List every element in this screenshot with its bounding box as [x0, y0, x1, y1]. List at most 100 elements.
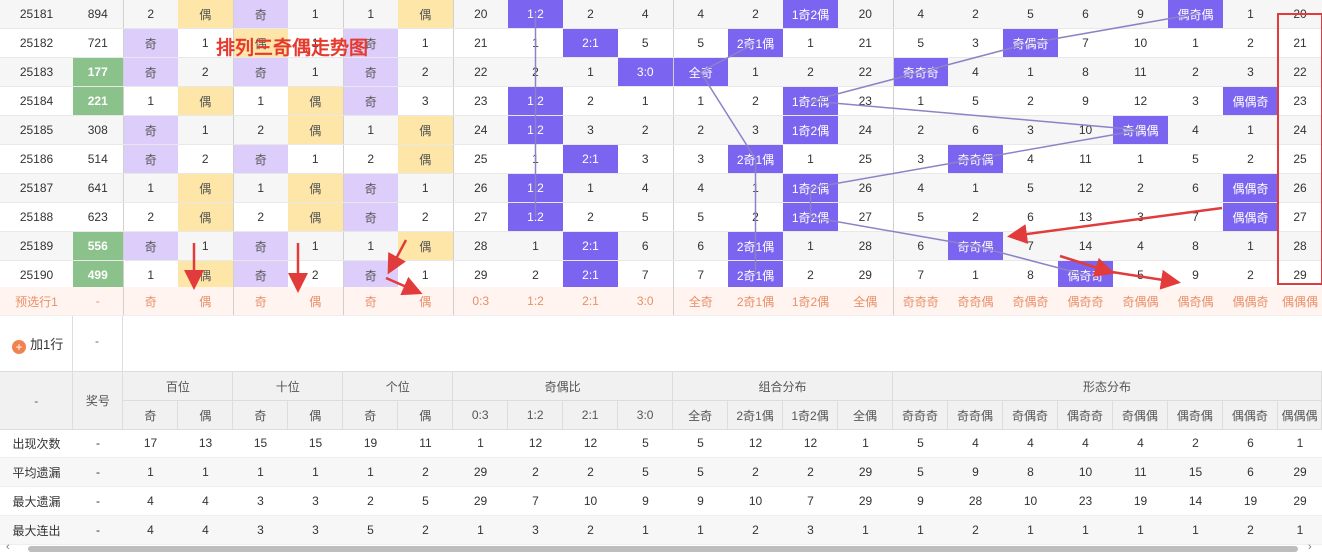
candidate-cell[interactable]: 奇偶奇	[1003, 287, 1058, 316]
table-row[interactable]: 25184 221 1 偶 1 偶奇 3 23 1:2 2 1 1 2 1奇2偶 23 1 5 2 9 12 3 偶偶奇 2…	[0, 86, 1322, 116]
combo-cell: 21	[838, 28, 893, 58]
header-sub: 3:0	[617, 400, 674, 430]
column-header-table: - 奖号 百位 十位 个位 奇偶比 组合分布 形态分布 奇偶奇偶奇偶 0:3 1:2 2:1 3:0 全…	[0, 372, 1322, 430]
candidate-cell[interactable]: 全偶	[838, 287, 893, 316]
ratio-cell: 27	[452, 202, 508, 232]
add-row-dash: -	[95, 334, 99, 348]
form-cell: 3	[948, 28, 1003, 58]
table-row[interactable]: 25188 623 2 偶 2 偶奇 2 27 1:2 2 5 5 2 1奇2偶 27 5 2 6 13 3 7 偶偶奇 2…	[0, 202, 1322, 232]
stats-dash: -	[73, 486, 123, 516]
period-cell: 25187	[0, 173, 73, 203]
scroll-left-icon[interactable]: ‹	[6, 541, 10, 553]
form-cell: 6	[948, 115, 1003, 145]
table-row[interactable]: 25189 556 奇 1 奇 1 1 偶 28 1 2:1 6 6 2奇1偶 1 28 6 奇奇偶 7 14 4 8 1 2…	[0, 231, 1322, 261]
table-row[interactable]: 25187 641 1 偶 1 偶奇 1 26 1:2 1 4 4 1 1奇2偶 26 4 1 5 12 2 6 偶偶奇 2…	[0, 173, 1322, 203]
candidate-cell[interactable]: 全奇	[672, 287, 728, 316]
combo-cell: 1奇2偶	[783, 115, 838, 145]
stats-value: 2	[1223, 515, 1278, 545]
digit-cell: 奇	[232, 0, 288, 29]
combo-cell: 22	[838, 57, 893, 87]
stats-value: 1	[233, 457, 288, 487]
candidate-cell[interactable]: 偶	[178, 287, 233, 316]
table-row[interactable]: 25182 721 奇 1 偶 1 奇 1 21 1 2:1 5 5 2奇1偶 1 21 5 3 奇偶奇 7 10 1 2 2…	[0, 28, 1322, 58]
stats-value: 2	[398, 515, 453, 545]
form-cell: 8	[1003, 260, 1058, 290]
form-cell: 奇偶奇	[1003, 28, 1058, 58]
table-row[interactable]: 25183 177 奇 2 奇 1 奇 2 22 2 1 3:0 全奇 1 2 22 奇奇奇 4 1 8 11 2 3 22	[0, 57, 1322, 87]
stats-value: 1	[673, 515, 728, 545]
candidate-cell[interactable]: 偶	[398, 287, 453, 316]
table-row[interactable]: 25190 499 1 偶奇 2 奇 1 29 2 2:1 7 7 2奇1偶 2 29 7 1 8 偶奇奇 5 9 2 29	[0, 260, 1322, 290]
stats-value: 9	[893, 486, 948, 516]
form-cell: 3	[892, 144, 948, 174]
candidate-cell[interactable]: 偶偶偶	[1278, 287, 1322, 316]
candidate-cell[interactable]: 0:3	[452, 287, 508, 316]
form-cell: 2	[1223, 28, 1278, 58]
combo-cell: 25	[838, 144, 893, 174]
period-cell: 25185	[0, 115, 73, 145]
stats-value: 1	[893, 515, 948, 545]
digit-cell: 1	[398, 28, 453, 58]
ratio-cell: 26	[452, 173, 508, 203]
stats-value: 4	[123, 486, 178, 516]
combo-cell: 5	[672, 202, 728, 232]
stats-value: 23	[1058, 486, 1113, 516]
candidate-cell[interactable]: 奇奇奇	[892, 287, 948, 316]
table-row[interactable]: 25186 514 奇 2 奇 1 2 偶 25 1 2:1 3 3 2奇1偶 1 25 3 奇奇偶 4 11 1 5 2 2…	[0, 144, 1322, 174]
candidate-cell[interactable]: 1:2	[508, 287, 563, 316]
form-cell: 20	[1278, 0, 1322, 29]
candidate-cell[interactable]: 奇偶偶	[1113, 287, 1168, 316]
form-cell: 12	[1113, 86, 1168, 116]
digit-cell: 1	[288, 144, 343, 174]
combo-cell: 3	[728, 115, 783, 145]
candidate-cell[interactable]: 奇奇偶	[948, 287, 1003, 316]
header-group: 十位	[232, 372, 344, 401]
candidate-cell[interactable]: 2奇1偶	[728, 287, 783, 316]
candidate-cell[interactable]: 奇	[232, 287, 288, 316]
candidate-cell[interactable]: 奇	[342, 287, 398, 316]
candidate-cell[interactable]: 偶	[288, 287, 343, 316]
digit-cell: 偶	[398, 144, 453, 174]
prize-number-cell: 308	[73, 115, 123, 145]
add-row-button[interactable]: + 加1行	[12, 334, 63, 354]
combo-cell: 2奇1偶	[728, 28, 783, 58]
form-cell: 11	[1113, 57, 1168, 87]
form-cell: 10	[1113, 28, 1168, 58]
digit-cell: 奇	[342, 260, 398, 290]
candidate-cell[interactable]: 偶偶奇	[1223, 287, 1278, 316]
digit-cell: 偶	[398, 231, 453, 261]
period-cell: 25184	[0, 86, 73, 116]
combo-cell: 29	[838, 260, 893, 290]
stats-value: 4	[178, 515, 233, 545]
stats-value: 9	[948, 457, 1003, 487]
combo-cell: 5	[672, 28, 728, 58]
ratio-cell: 2:1	[563, 260, 618, 290]
candidate-cell[interactable]: 偶奇奇	[1058, 287, 1113, 316]
digit-cell: 偶	[288, 115, 343, 145]
scroll-right-icon[interactable]: ›	[1308, 541, 1312, 553]
form-cell: 10	[1058, 115, 1113, 145]
prize-number-cell: 894	[73, 0, 123, 29]
ratio-cell: 1	[563, 173, 618, 203]
stats-value: 1	[838, 515, 893, 545]
candidate-row[interactable]: 预选行1- 奇偶奇偶奇偶 0:3 1:2 2:1 3:0 全奇 2奇1偶 1奇2偶 全偶 奇奇奇 奇奇…	[0, 287, 1322, 316]
table-row[interactable]: 25185 308 奇 1 2 偶 1 偶 24 1:2 3 2 2 3 1奇2偶 24 2 6 3 10 奇偶偶 4 1 2…	[0, 115, 1322, 145]
candidate-cell[interactable]: 2:1	[563, 287, 618, 316]
stats-value: 17	[123, 429, 178, 458]
table-row[interactable]: 25181 894 2 偶奇 1 1 偶 20 1:2 2 4 4 2 1奇2偶 20 4 2 5 6 9 偶奇偶 1 20	[0, 0, 1322, 29]
candidate-cell[interactable]: 1奇2偶	[783, 287, 838, 316]
candidate-cell[interactable]: 3:0	[618, 287, 673, 316]
candidate-cell[interactable]: 偶奇偶	[1168, 287, 1223, 316]
stats-value: 12	[728, 429, 783, 458]
form-cell: 8	[1058, 57, 1113, 87]
combo-cell: 20	[838, 0, 893, 29]
stats-value: 5	[398, 486, 453, 516]
horizontal-scrollbar[interactable]	[28, 546, 1298, 552]
header-sub: 1奇2偶	[782, 400, 839, 430]
header-sub: 偶偶偶	[1277, 400, 1322, 430]
digit-cell: 1	[288, 231, 343, 261]
combo-cell: 26	[838, 173, 893, 203]
candidate-cell[interactable]: 奇	[122, 287, 178, 316]
ratio-cell: 3:0	[618, 57, 673, 87]
digit-cell: 2	[178, 144, 233, 174]
